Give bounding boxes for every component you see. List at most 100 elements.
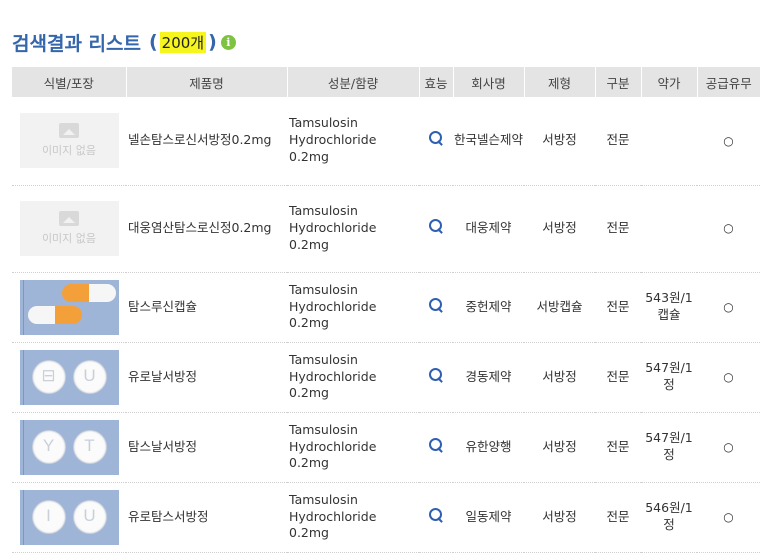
supply-status: ○ xyxy=(697,272,760,343)
category: 전문 xyxy=(595,185,641,273)
ingredient-line1: Tamsulosin xyxy=(289,491,358,507)
category: 전문 xyxy=(595,342,641,413)
supply-status: ○ xyxy=(697,97,760,186)
price: 547원/1정 xyxy=(641,412,697,483)
price: 546원/1정 xyxy=(641,482,697,553)
category: 전문 xyxy=(595,482,641,553)
ingredient: Tamsulosin Hydrochloride 0.2mg xyxy=(287,342,419,413)
col-header-product-name: 제품명 xyxy=(126,67,288,97)
count-value: 200개 xyxy=(159,31,207,53)
info-icon[interactable]: i xyxy=(220,34,236,50)
supply-status: ○ xyxy=(697,342,760,413)
ingredient: Tamsulosin Hydrochloride 0.2mg xyxy=(287,185,419,273)
form: 서방정 xyxy=(524,97,595,186)
company: 경동제약 xyxy=(453,342,524,413)
ingredient: Tamsulosin Hydrochloride 0.2mg xyxy=(287,97,419,186)
price xyxy=(641,185,697,273)
ingredient-line2: Hydrochloride 0.2mg xyxy=(289,508,377,541)
product-name-link[interactable]: 유로날서방정 xyxy=(126,342,287,413)
search-icon[interactable] xyxy=(428,437,444,453)
page-title: 검색결과 리스트 xyxy=(12,32,141,55)
ingredient: Tamsulosin Hydrochloride 0.2mg xyxy=(287,482,419,553)
col-header-id-package: 식별/포장 xyxy=(12,67,127,97)
table-row[interactable]: 이미지 없음 대웅염산탐스로신정0.2mg Tamsulosin Hydrochl… xyxy=(12,185,760,273)
category: 전문 xyxy=(595,272,641,343)
company: 유한양행 xyxy=(453,412,524,483)
table-row[interactable]: 이미지 없음 넬손탐스로신서방정0.2mg Tamsulosin Hydrochl… xyxy=(12,97,760,186)
image-icon xyxy=(59,122,79,138)
table-row[interactable]: YT 탐스날서방정 Tamsulosin Hydrochloride 0.2mg … xyxy=(12,412,760,483)
ingredient: Tamsulosin Hydrochloride 0.2mg xyxy=(287,412,419,483)
tablet-image[interactable]: ⊟ U xyxy=(19,349,119,405)
ingredient-line1: Tamsulosin xyxy=(289,351,358,367)
company: 한국넬슨제약 xyxy=(453,97,524,186)
company: 일동제약 xyxy=(453,482,524,553)
results-table: 식별/포장 제품명 성분/함량 효능 회사명 제형 구분 약가 공급유무 이미지… xyxy=(12,67,760,553)
ingredient-line2: Hydrochloride 0.2mg xyxy=(289,368,377,401)
no-image-text: 이미지 없음 xyxy=(41,143,97,157)
search-icon[interactable] xyxy=(428,297,444,313)
company: 중헌제약 xyxy=(453,272,524,343)
ingredient-line2: Hydrochloride 0.2mg xyxy=(289,298,377,331)
search-icon[interactable] xyxy=(428,507,444,523)
ingredient-line1: Tamsulosin xyxy=(289,203,358,219)
search-icon[interactable] xyxy=(428,130,444,146)
product-name-link[interactable]: 탐스루신캡슐 xyxy=(126,272,287,343)
product-name-link[interactable]: 유로탐스서방정 xyxy=(126,482,287,553)
product-name-link[interactable]: 대웅염산탐스로신정0.2mg xyxy=(126,185,287,273)
search-icon[interactable] xyxy=(428,367,444,383)
ingredient-line1: Tamsulosin xyxy=(289,115,358,131)
price: 543원/1캡슐 xyxy=(641,272,697,343)
supply-status: ○ xyxy=(697,185,760,273)
ingredient-line2: Hydrochloride 0.2mg xyxy=(289,438,377,471)
tablet-back: U xyxy=(72,359,107,394)
category: 전문 xyxy=(595,97,641,186)
scale-bar xyxy=(22,279,24,335)
price xyxy=(641,97,697,186)
form: 서방정 xyxy=(524,412,595,483)
ingredient: Tamsulosin Hydrochloride 0.2mg xyxy=(287,272,419,343)
count-open-paren: ( xyxy=(148,31,158,53)
capsule-image[interactable] xyxy=(19,279,119,335)
col-header-category: 구분 xyxy=(595,67,642,97)
product-name-link[interactable]: 넬손탐스로신서방정0.2mg xyxy=(126,97,287,186)
tablet-back: U xyxy=(72,499,107,534)
form: 서방정 xyxy=(524,482,595,553)
no-image-placeholder[interactable]: 이미지 없음 xyxy=(19,113,119,169)
results-header: 검색결과 리스트 ( 200개 ) i xyxy=(12,28,236,56)
tablet-front: Y xyxy=(31,429,66,464)
tablet-front: I xyxy=(31,499,66,534)
price: 547원/1정 xyxy=(641,342,697,413)
form: 서방정 xyxy=(524,185,595,273)
scale-bar xyxy=(22,489,24,545)
ingredient-line2: Hydrochloride 0.2mg xyxy=(289,132,377,165)
product-name-link[interactable]: 탐스날서방정 xyxy=(126,412,287,483)
col-header-supply: 공급유무 xyxy=(697,67,760,97)
no-image-placeholder[interactable]: 이미지 없음 xyxy=(19,201,119,256)
result-count: ( 200개 ) xyxy=(149,31,217,53)
no-image-text: 이미지 없음 xyxy=(41,231,97,245)
image-icon xyxy=(59,210,79,226)
tablet-back: T xyxy=(72,429,107,464)
search-icon[interactable] xyxy=(428,218,444,234)
col-header-form: 제형 xyxy=(524,67,596,97)
col-header-ingredient: 성분/함량 xyxy=(287,67,420,97)
form: 서방캡슐 xyxy=(524,272,595,343)
capsule-pill xyxy=(27,305,82,324)
supply-status: ○ xyxy=(697,412,760,483)
tablet-image[interactable]: YT xyxy=(19,419,119,475)
col-header-efficacy: 효능 xyxy=(419,67,454,97)
col-header-company: 회사명 xyxy=(453,67,525,97)
scale-bar xyxy=(22,419,24,475)
supply-status: ○ xyxy=(697,482,760,553)
company: 대웅제약 xyxy=(453,185,524,273)
table-row[interactable]: IU 유로탐스서방정 Tamsulosin Hydrochloride 0.2mg… xyxy=(12,482,760,553)
table-row[interactable]: 탐스루신캡슐 Tamsulosin Hydrochloride 0.2mg 중헌제… xyxy=(12,272,760,343)
category: 전문 xyxy=(595,412,641,483)
capsule-pill xyxy=(61,283,116,302)
tablet-image[interactable]: IU xyxy=(19,489,119,545)
table-header-row: 식별/포장 제품명 성분/함량 효능 회사명 제형 구분 약가 공급유무 xyxy=(12,67,760,97)
scale-bar xyxy=(22,349,24,405)
ingredient-line1: Tamsulosin xyxy=(289,281,358,297)
table-row[interactable]: ⊟ U 유로날서방정 Tamsulosin Hydrochloride 0.2mg … xyxy=(12,342,760,413)
